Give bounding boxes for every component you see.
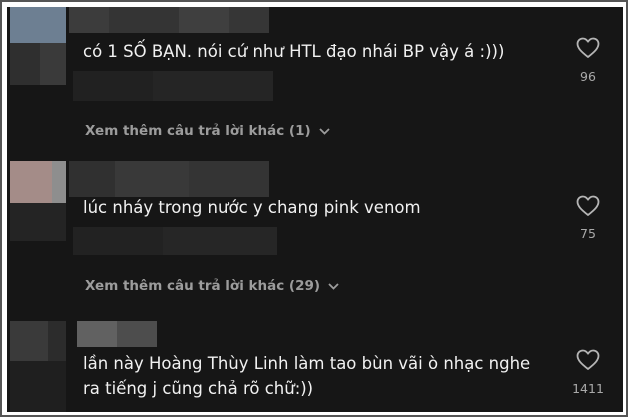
heart-outline-icon [576, 195, 600, 216]
comment-meta-blurred [73, 71, 273, 101]
avatar[interactable] [10, 161, 66, 241]
view-more-replies-link[interactable]: Xem thêm câu trả lời khác (1) [85, 123, 330, 139]
replies-label: Xem thêm câu trả lời khác (1) [85, 123, 311, 139]
username-blurred[interactable] [77, 321, 157, 347]
like-button[interactable] [568, 37, 608, 59]
comment-text: có 1 SỐ BẠN. nói cứ như HTL đạo nhái BP … [83, 42, 505, 61]
chevron-down-icon [319, 127, 330, 135]
heart-outline-icon [576, 349, 600, 370]
avatar[interactable] [10, 321, 66, 412]
comment-text-line-1: lần này Hoàng Thùy Linh làm tao bùn vãi … [83, 354, 531, 373]
username-blurred[interactable] [69, 161, 269, 197]
replies-label: Xem thêm câu trả lời khác (29) [85, 278, 321, 294]
chevron-down-icon [328, 282, 339, 290]
screenshot-frame: có 1 SỐ BẠN. nói cứ như HTL đạo nhái BP … [0, 0, 628, 417]
like-count: 96 [580, 69, 596, 84]
view-more-replies-link[interactable]: Xem thêm câu trả lời khác (29) [85, 278, 339, 294]
comment-text: lúc nháy trong nước y chang pink venom [83, 198, 421, 217]
username-blurred[interactable] [69, 7, 269, 33]
avatar[interactable] [10, 7, 66, 85]
like-count: 75 [580, 226, 596, 241]
like-count: 1411 [572, 381, 604, 396]
comment-text-line-2: ra tiếng j cũng chả rõ chữ:)) [83, 379, 314, 398]
like-button[interactable] [568, 349, 608, 371]
comments-panel: có 1 SỐ BẠN. nói cứ như HTL đạo nhái BP … [7, 7, 623, 412]
heart-outline-icon [576, 37, 600, 58]
comment-meta-blurred [73, 227, 277, 255]
like-button[interactable] [568, 195, 608, 217]
